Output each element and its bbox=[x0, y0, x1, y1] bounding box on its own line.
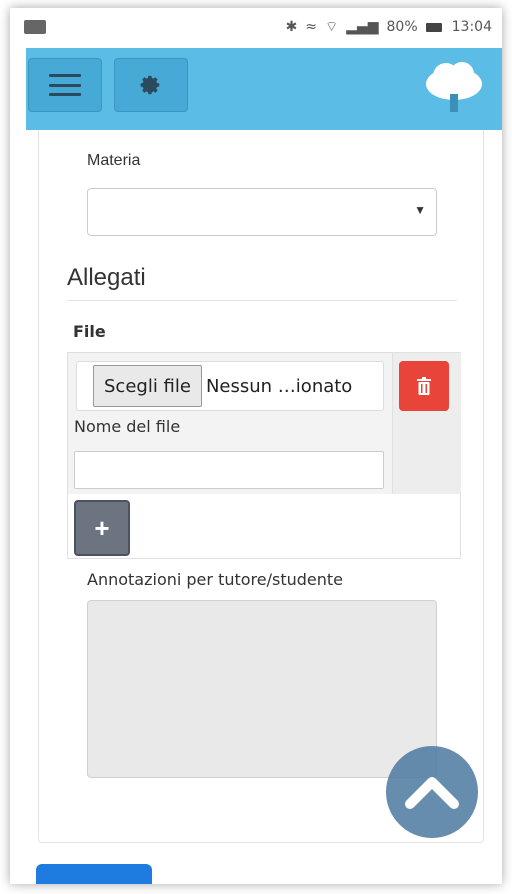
cloud-tree-icon bbox=[426, 62, 482, 112]
file-label: File bbox=[73, 322, 106, 341]
attachment-row: Scegli file Nessun …ionato Nome del file bbox=[67, 352, 461, 496]
submit-button[interactable] bbox=[36, 864, 152, 884]
caret-down-icon: ▼ bbox=[414, 203, 426, 217]
add-attachment-row: + bbox=[67, 494, 461, 559]
menu-button[interactable] bbox=[28, 58, 102, 112]
add-attachment-button[interactable]: + bbox=[74, 500, 130, 556]
form-panel: Materia ▼ Allegati File Scegli file Ness… bbox=[38, 130, 484, 843]
wifi-icon: ⌔ bbox=[325, 19, 339, 35]
attachment-actions bbox=[392, 353, 461, 495]
clock: 13:04 bbox=[451, 19, 492, 35]
phone-frame: ✱ ≈ ⌔ ▂▄▆ 80% 13:04 Materia ▼ Allegati F… bbox=[10, 8, 502, 884]
battery-icon bbox=[425, 22, 442, 32]
wifi-calling-icon: ≈ bbox=[305, 19, 318, 35]
settings-button[interactable] bbox=[114, 58, 188, 112]
gear-icon bbox=[140, 75, 160, 95]
no-file-text: Nessun …ionato bbox=[205, 375, 353, 397]
file-name-label: Nome del file bbox=[74, 417, 181, 436]
battery-percent: 80% bbox=[386, 19, 418, 35]
signal-icon: ▂▄▆ bbox=[346, 19, 379, 35]
file-name-input[interactable] bbox=[74, 451, 384, 489]
delete-attachment-button[interactable] bbox=[399, 361, 449, 411]
bluetooth-icon: ✱ bbox=[285, 19, 298, 35]
section-divider bbox=[67, 300, 457, 301]
trash-icon bbox=[417, 377, 431, 395]
activity-icon bbox=[24, 20, 46, 34]
app-header bbox=[26, 48, 502, 130]
chevron-up-icon bbox=[405, 777, 459, 809]
notes-textarea[interactable] bbox=[87, 600, 437, 778]
attachments-title: Allegati bbox=[67, 264, 146, 291]
scroll-to-top-button[interactable] bbox=[386, 746, 478, 838]
choose-file-button[interactable]: Scegli file bbox=[93, 365, 202, 407]
subject-select[interactable]: ▼ bbox=[87, 188, 437, 236]
status-bar: ✱ ≈ ⌔ ▂▄▆ 80% 13:04 bbox=[10, 8, 502, 48]
notes-label: Annotazioni per tutore/studente bbox=[87, 570, 344, 589]
status-right: ✱ ≈ ⌔ ▂▄▆ 80% 13:04 bbox=[286, 18, 492, 36]
subject-label: Materia bbox=[87, 152, 141, 169]
file-input[interactable]: Scegli file Nessun …ionato bbox=[76, 361, 384, 411]
hamburger-icon bbox=[49, 74, 81, 96]
